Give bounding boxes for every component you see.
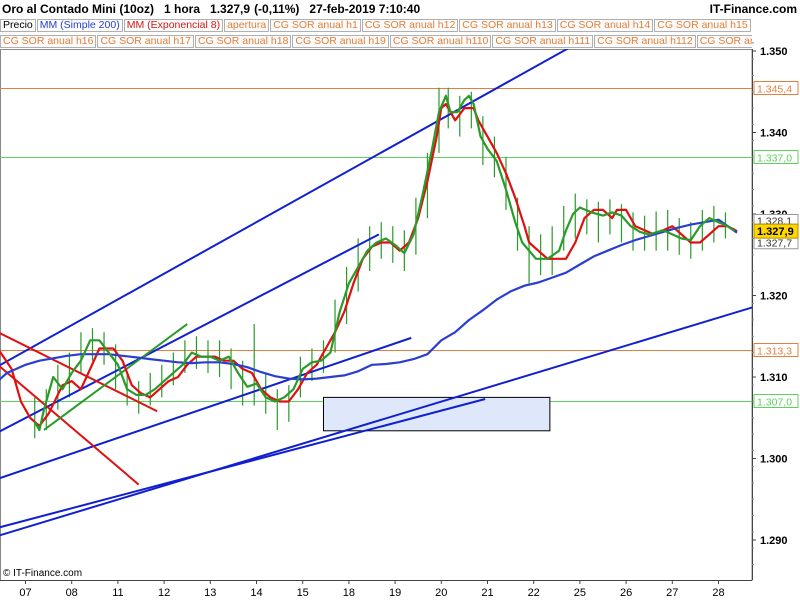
legend-chip[interactable]: Precio [0,19,36,32]
x-tick-label: 26 [620,587,632,599]
indicator-legend-row-2: CG SOR anual h16 CG SOR anual h17 CG SOR a… [0,35,752,48]
timestamp: 27-feb-2019 7:10:40 [309,2,421,16]
level-label: 1.313,3 [757,346,792,358]
y-tick-label: 1.310 [760,372,788,384]
legend-chip[interactable]: CG SOR anual h12 [361,19,459,32]
legend-chip[interactable]: CG SOR anual h15 [654,19,751,32]
x-tick-label: 22 [528,587,540,599]
legend-chip[interactable]: CG SOR anual h17 [97,35,194,48]
indicator-legend-row-1: Precio MM (Simple 200) MM (Exponencial 8) a… [0,19,752,32]
x-tick-label: 07 [19,587,31,599]
legend-chip[interactable]: CG SOR anual h [696,35,752,48]
x-tick-label: 11 [112,587,123,599]
x-tick-label: 21 [481,587,493,599]
x-tick-label: 08 [66,587,78,599]
legend-chip[interactable]: MM (Exponencial 8) [123,19,224,32]
legend-chip[interactable]: CG SOR anual h1 [270,19,361,32]
x-tick-label: 25 [574,587,586,599]
chart-header: Oro al Contado Mini (10oz) 1 hora 1.327,… [0,0,800,18]
x-tick-label: 27 [666,587,678,599]
x-tick-label: 12 [158,587,170,599]
x-tick-label: 28 [712,587,724,599]
legend-chip[interactable]: CG SOR anual h16 [0,35,97,48]
x-tick-label: 15 [297,587,309,599]
y-tick-label: 1.340 [760,128,788,140]
price-chart[interactable]: 1.3501.3401.3301.3201.3101.3001.29007081… [0,0,800,600]
legend-chip[interactable]: CG SOR anual h111 [492,35,594,48]
brand-logo: IT-Finance.com [709,2,797,16]
legend-chip[interactable]: CG SOR anual h110 [389,35,492,48]
x-tick-label: 13 [204,587,216,599]
price-change: (-0,11%) [254,2,300,16]
timeframe: 1 hora [164,2,201,16]
legend-chip[interactable]: CG SOR anual h13 [459,19,556,32]
legend-chip[interactable]: CG SOR anual h18 [194,35,292,48]
footer-copyright: © IT-Finance.com [3,568,83,579]
last-price: 1.327,9 [210,2,251,16]
instrument-name: Oro al Contado Mini (10oz) [2,2,154,16]
legend-chip[interactable]: MM (Simple 200) [36,19,123,32]
level-label: 1.337,0 [757,153,792,165]
y-tick-label: 1.300 [760,454,788,466]
x-tick-label: 14 [250,587,262,599]
y-tick-label: 1.350 [760,46,788,58]
current-price-label: 1.327,9 [757,226,794,238]
legend-chip[interactable]: CG SOR anual h112 [594,35,696,48]
legend-chip[interactable]: CG SOR anual h19 [292,35,389,48]
x-tick-label: 18 [343,587,355,599]
price-label: 1.327,7 [757,238,792,250]
legend-chip[interactable]: CG SOR anual h14 [556,19,654,32]
legend-chip[interactable]: apertura [224,19,270,32]
y-tick-label: 1.320 [760,291,788,303]
x-tick-label: 20 [435,587,447,599]
x-tick-label: 19 [389,587,401,599]
y-tick-label: 1.290 [760,535,788,547]
level-label: 1.307,0 [757,397,792,409]
level-label: 1.345,4 [757,84,792,96]
